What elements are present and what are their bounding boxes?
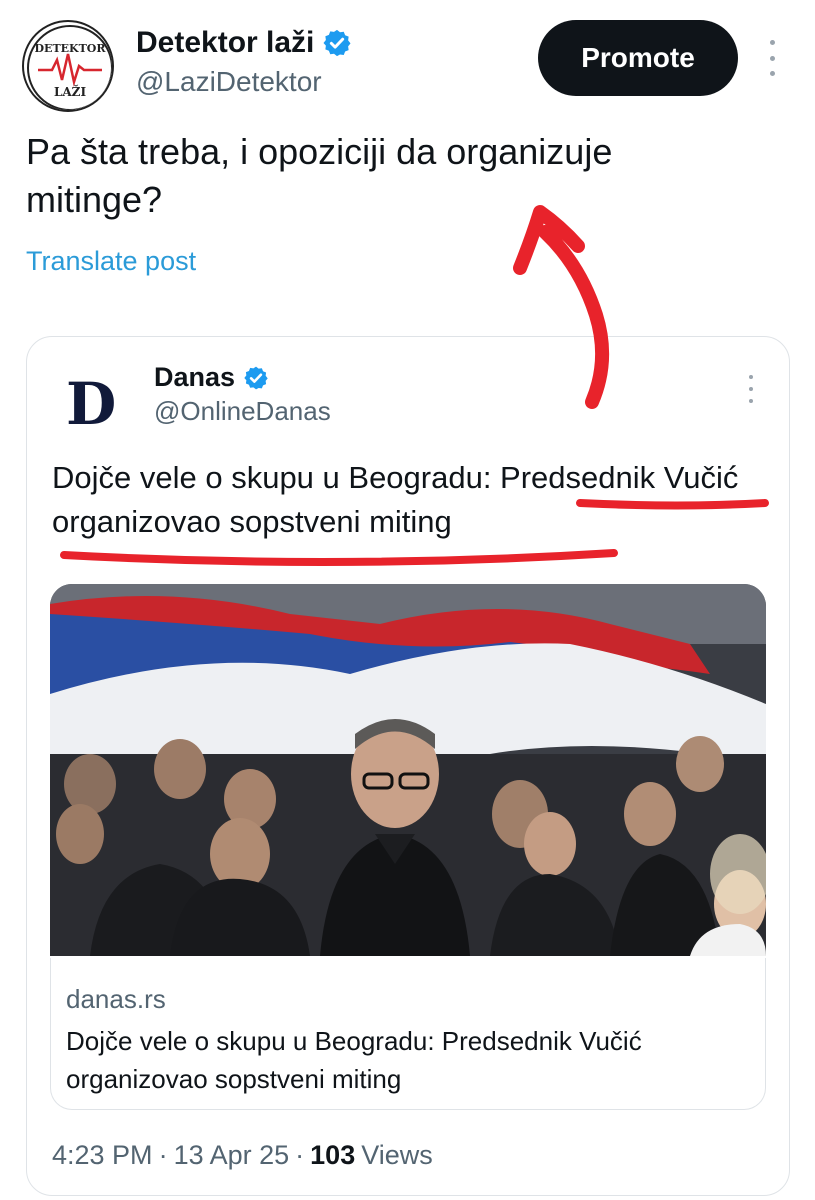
more-options-icon[interactable] <box>762 40 782 76</box>
post-text: Pa šta treba, i opoziciji da organizuje … <box>26 131 613 220</box>
meta-separator: · <box>158 1140 168 1170</box>
quoted-post-text: Dojče vele o skupu u Beogradu: Predsedni… <box>52 460 739 539</box>
meta-separator: · <box>295 1140 305 1170</box>
link-title[interactable]: Dojče vele o skupu u Beogradu: Predsedni… <box>66 1022 746 1098</box>
verified-badge-icon <box>323 29 351 57</box>
quoted-display-name[interactable]: Danas <box>154 362 235 393</box>
quoted-handle[interactable]: @OnlineDanas <box>154 396 331 427</box>
quoted-more-options-icon[interactable] <box>744 375 758 403</box>
rally-photo[interactable] <box>50 584 766 956</box>
quoted-verified-badge-icon <box>244 366 268 389</box>
avatar-text-top: DETEKTOR <box>35 42 107 55</box>
avatar-text-bottom: LAŽI <box>54 84 87 99</box>
author-name-row[interactable]: Detektor laži <box>136 26 352 60</box>
translate-post-link[interactable]: Translate post <box>26 246 196 277</box>
quoted-avatar-logo[interactable]: D <box>66 370 116 438</box>
profile-avatar[interactable]: DETEKTOR LAŽI <box>22 20 114 112</box>
quoted-author-row[interactable]: Danas <box>154 362 269 393</box>
promote-button[interactable]: Promote <box>538 20 738 96</box>
author-handle[interactable]: @LaziDetektor <box>136 66 322 98</box>
views-count: 103 <box>310 1140 356 1170</box>
post-time[interactable]: 4:23 PM <box>52 1140 153 1171</box>
post-metadata: 4:23 PM · 13 Apr 25 · 103 Views <box>52 1140 433 1171</box>
link-domain[interactable]: danas.rs <box>66 984 166 1015</box>
avatar-logo-icon: DETEKTOR LAŽI <box>27 25 112 110</box>
rally-photo-image <box>50 584 766 956</box>
post-date[interactable]: 13 Apr 25 <box>174 1140 290 1171</box>
author-display-name[interactable]: Detektor laži <box>136 26 314 60</box>
views-label: Views <box>361 1140 433 1170</box>
